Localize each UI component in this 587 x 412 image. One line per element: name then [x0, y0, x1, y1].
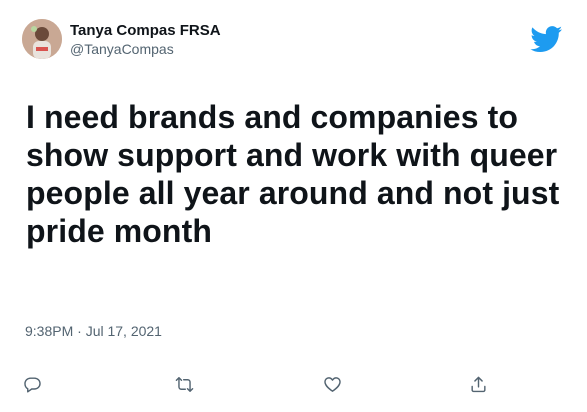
author-handle[interactable]: @TanyaCompas — [70, 40, 221, 58]
tweet-actions — [0, 372, 587, 398]
tweet-header: Tanya Compas FRSA @TanyaCompas — [22, 16, 221, 62]
heart-icon — [323, 376, 341, 392]
share-button[interactable] — [466, 372, 490, 396]
avatar[interactable] — [22, 19, 62, 59]
like-button[interactable] — [320, 372, 344, 396]
reply-icon — [23, 376, 41, 392]
tweet-text: I need brands and companies to show supp… — [26, 99, 560, 249]
tweet-timestamp[interactable]: 9:38PM · Jul 17, 2021 — [25, 322, 162, 340]
retweet-icon — [175, 376, 193, 392]
share-icon — [470, 376, 486, 392]
retweet-button[interactable] — [172, 372, 196, 396]
author-display-name[interactable]: Tanya Compas FRSA — [70, 21, 221, 40]
reply-button[interactable] — [20, 372, 44, 396]
tweet-card: Tanya Compas FRSA @TanyaCompas I need br… — [0, 0, 587, 412]
avatar-image — [22, 19, 62, 59]
author-names: Tanya Compas FRSA @TanyaCompas — [70, 21, 221, 58]
twitter-bird-icon[interactable] — [530, 26, 563, 53]
